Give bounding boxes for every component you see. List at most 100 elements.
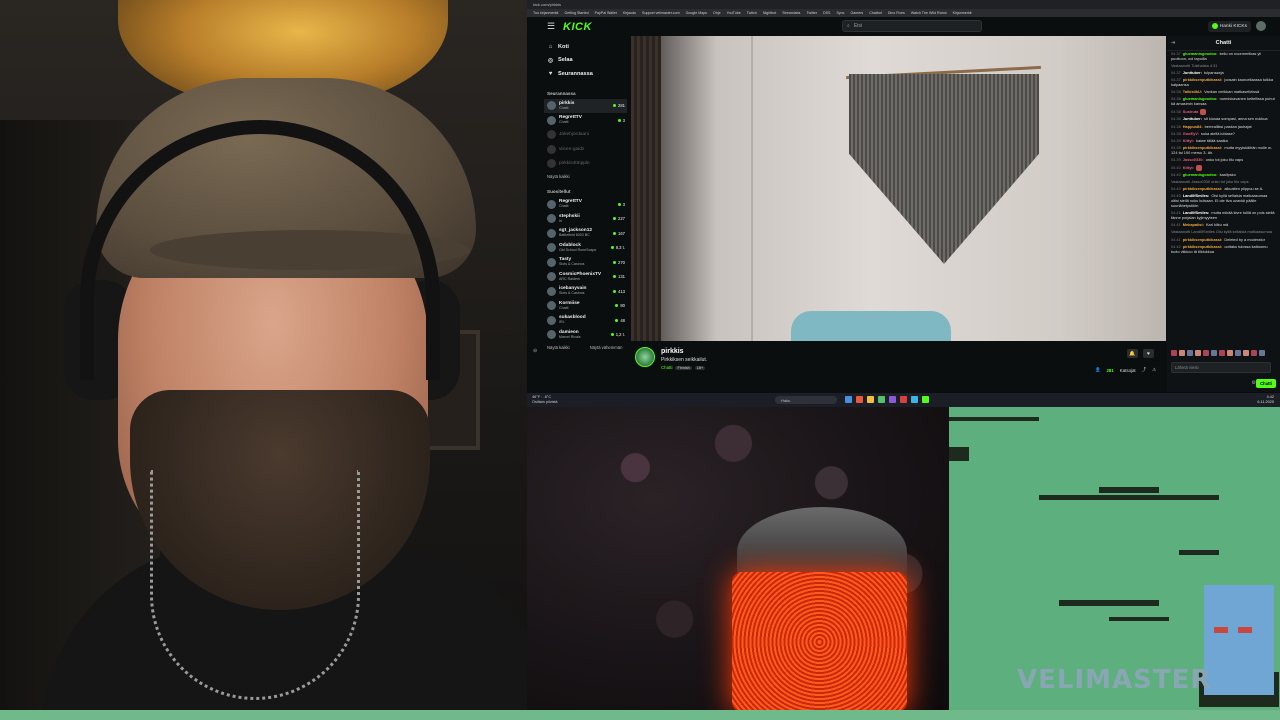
emote-icon[interactable] — [1179, 350, 1185, 356]
bookmark-item[interactable]: Tuo kirjanmerkit — [533, 11, 558, 15]
bookmark-item[interactable]: Watch The Wild Robot — [911, 11, 947, 15]
channel-item[interactable]: Kormiise Chatti 80 — [547, 299, 627, 314]
emote-icon[interactable] — [1187, 350, 1193, 356]
bookmark-item[interactable]: Google Maps — [686, 11, 707, 15]
chat-username[interactable]: TalkistikU: — [1183, 89, 1202, 94]
channel-item[interactable]: viicen-gaidz — [547, 142, 627, 157]
chat-message: 04.41 Mekapalist: Karl kiiku mä — [1171, 222, 1276, 228]
chat-panel: ⇥ Chatti 04.37 gluemanisgoodoo: kello on n… — [1167, 36, 1280, 392]
chat-username[interactable]: Jasso0330: — [1183, 157, 1204, 162]
bookmark-item[interactable]: Twitter — [806, 11, 817, 15]
channel-item[interactable]: Jakehjordaani — [547, 128, 627, 143]
report-icon[interactable]: ⚠ — [1152, 367, 1156, 373]
bookmark-item[interactable]: PayPal Wallet — [595, 11, 617, 15]
chat-username[interactable]: pirkkiksenputkikassi: — [1183, 186, 1223, 191]
emote-icon[interactable] — [1195, 350, 1201, 356]
menu-icon[interactable]: ☰ — [547, 21, 555, 32]
nav-item[interactable]: ⌂ Koti — [547, 40, 627, 54]
sidebar-collapse-icon[interactable]: ⊖ — [533, 348, 537, 354]
search-input[interactable]: ⌕ Etsi — [842, 20, 982, 32]
chat-username[interactable]: gluemanisgoodoo: — [1183, 172, 1218, 177]
bookmark-item[interactable]: Streamlabs — [782, 11, 800, 15]
follow-heart-icon[interactable]: ♥ — [1143, 349, 1154, 358]
channel-item[interactable]: pirkkis4ttripple — [547, 157, 627, 172]
share-icon[interactable]: ⤴ — [1142, 367, 1146, 373]
user-avatar[interactable] — [1256, 21, 1266, 31]
chat-username[interactable]: Junttuber: — [1183, 116, 1202, 122]
channel-item[interactable]: stephskii Irl 227 — [547, 212, 627, 227]
emote-icon[interactable] — [1259, 350, 1265, 356]
emote-icon[interactable] — [1243, 350, 1249, 356]
bookmark-item[interactable]: Kirjanmerkit — [953, 11, 972, 15]
emote-icon[interactable] — [1203, 350, 1209, 356]
nav-item[interactable]: ◎ Selaa — [547, 54, 627, 68]
bookmark-item[interactable]: Kirjaudu — [623, 11, 636, 15]
channel-item[interactable]: sukasblood IRL 48 — [547, 313, 627, 328]
channel-name[interactable]: pirkkis — [661, 348, 684, 355]
bookmark-item[interactable]: Ohje — [713, 11, 721, 15]
file-explorer-icon[interactable] — [845, 396, 852, 403]
emote-icon[interactable] — [1219, 350, 1225, 356]
show-fewer-recommended[interactable]: Näytä vähemmän — [590, 345, 623, 350]
stream-category[interactable]: Chatti — [661, 365, 672, 370]
show-all-following[interactable]: Näytä kaikki — [547, 174, 627, 179]
show-all-recommended[interactable]: Näytä kaikki — [547, 345, 570, 350]
nav-item[interactable]: ♥ Seurannassa — [547, 67, 627, 81]
channel-item[interactable]: Tasty Slots & Casinos 270 — [547, 255, 627, 270]
channel-item[interactable]: icebanyvain Slots & Casinos 413 — [547, 284, 627, 299]
bookmark-item[interactable]: Sync — [836, 11, 844, 15]
chat-send-button[interactable]: Chatti — [1256, 379, 1276, 388]
channel-item[interactable]: CosmicPhoenixTV ARC Raiders 131 — [547, 270, 627, 285]
bookmark-item[interactable]: Chatbot — [869, 11, 882, 15]
collapse-chat-icon[interactable]: ⇥ — [1171, 40, 1175, 46]
weather-widget[interactable]: 46°F · -6°C Osittain pilvistä — [532, 395, 558, 404]
emote-icon[interactable] — [1235, 350, 1241, 356]
obs-icon[interactable] — [900, 396, 907, 403]
discord-icon[interactable] — [889, 396, 896, 403]
channel-viewers: 3 — [617, 202, 625, 207]
bookmark-item[interactable]: DSS — [823, 11, 830, 15]
spotify-icon[interactable] — [878, 396, 885, 403]
chat-username[interactable]: pirkkiksenputkikassi: — [1183, 237, 1223, 242]
video-player[interactable] — [631, 36, 1166, 341]
emote-icon[interactable] — [1171, 350, 1177, 356]
kick-logo[interactable]: KICK — [563, 21, 592, 33]
notification-bell-icon[interactable]: 🔔 — [1127, 349, 1138, 358]
taskbar-search[interactable]: Haku — [775, 396, 837, 404]
terrain-line — [949, 417, 1039, 421]
chat-username[interactable]: GooEyV: — [1183, 131, 1199, 136]
bookmark-item[interactable]: YouTube — [727, 11, 741, 15]
chat-input[interactable]: Lähetä viesti — [1171, 362, 1271, 373]
channel-item[interactable]: RegrettTV Chatti 3 — [547, 197, 627, 212]
folder-icon[interactable] — [867, 396, 874, 403]
chat-username[interactable]: Susiruta — [1183, 109, 1199, 114]
tab-title[interactable]: kick.com/pirkkis — [533, 2, 561, 7]
tag-language[interactable]: Finnish — [675, 365, 692, 370]
get-kicks-button[interactable]: Hanki KICKs — [1207, 20, 1251, 32]
bookmark-item[interactable]: Twitch — [747, 11, 757, 15]
emote-icon[interactable] — [1251, 350, 1257, 356]
channel-item[interactable]: Odablock Old School RuneScape 8,3 t. — [547, 241, 627, 256]
taskbar-clock[interactable]: 4.42 6.11.2025 — [1257, 395, 1274, 404]
bookmark-item[interactable]: Gamers — [850, 11, 863, 15]
channel-avatar[interactable] — [635, 347, 655, 367]
emote-icon[interactable] — [1227, 350, 1233, 356]
channel-item[interactable]: sgt_jackson12 Battlefield 6003 BC 167 — [547, 226, 627, 241]
channel-item[interactable]: RegrettTV Chatti 3 — [547, 113, 627, 128]
browser-icon[interactable] — [856, 396, 863, 403]
bookmark-item[interactable]: Support velimaster.com — [642, 11, 680, 15]
channel-item[interactable]: pirkkis Chatti 281 — [544, 98, 627, 113]
chat-username[interactable]: Junttuber: — [1183, 70, 1202, 75]
bookmark-item[interactable]: Dino Fixes — [888, 11, 905, 15]
bookmark-item[interactable]: Getting Started — [564, 11, 588, 15]
chat-username[interactable]: Happus84: — [1183, 124, 1203, 129]
channel-item[interactable]: damieon Marvel Rivals 1,2 t. — [547, 328, 627, 343]
app-icon[interactable] — [911, 396, 918, 403]
chat-username[interactable]: Kittyt: — [1183, 165, 1194, 170]
kick-app-icon[interactable] — [922, 396, 929, 403]
emote-icon[interactable] — [1211, 350, 1217, 356]
chat-username[interactable]: Kittyt: — [1183, 138, 1194, 143]
tag-age[interactable]: 18+ — [694, 365, 706, 370]
bookmark-item[interactable]: Nightbot — [763, 11, 776, 15]
chat-username[interactable]: Mekapalist: — [1183, 222, 1204, 227]
